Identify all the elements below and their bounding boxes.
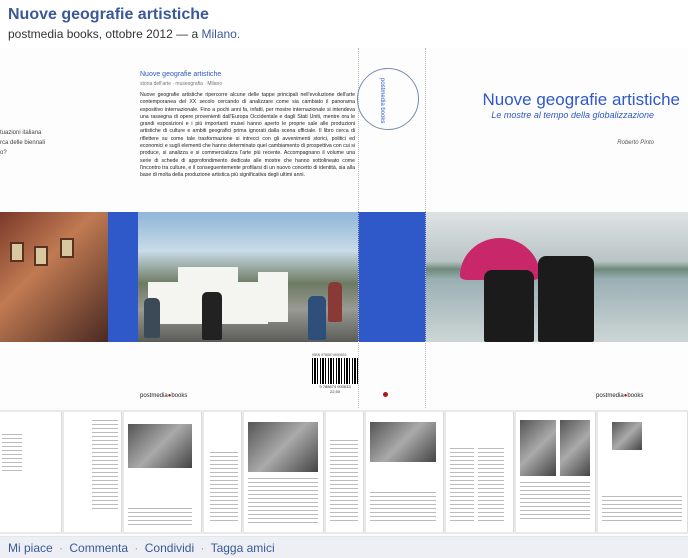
tag-friends-link[interactable]: Tagga amici <box>211 541 275 555</box>
interior-pages-strip <box>0 410 688 534</box>
interior-page <box>366 412 444 532</box>
page-text <box>330 440 358 522</box>
left-flap-line: o? <box>0 150 7 156</box>
comment-link[interactable]: Commenta <box>69 541 128 555</box>
page-text <box>92 420 118 510</box>
back-cover-body: Nuove geografie artistiche ripercorre al… <box>140 92 355 179</box>
barcode-block: ISBN 9788874900633 9 788874 900633 22,50 <box>312 353 358 395</box>
page-text <box>520 482 590 522</box>
event-title-link[interactable]: Nuove geografie artistiche <box>8 5 680 25</box>
action-bar: Mi piace · Commenta · Condividi · Tagga … <box>0 536 688 558</box>
back-cover-title: Nuove geografie artistiche <box>140 71 222 78</box>
page-image <box>560 420 590 476</box>
price-label: 22,50 <box>329 389 340 394</box>
publisher-logo-front: postmedia●books <box>596 392 643 400</box>
separator-dot: · <box>134 541 139 555</box>
barcode-icon <box>312 358 358 384</box>
visitor <box>144 298 160 338</box>
interior-page <box>244 412 324 532</box>
publisher-name: postmedia <box>596 393 624 399</box>
painting <box>34 246 48 266</box>
painting <box>60 238 74 258</box>
like-link[interactable]: Mi piace <box>8 541 53 555</box>
event-meta: postmedia books, ottobre 2012 — a Milano… <box>8 25 680 43</box>
painting <box>10 242 24 262</box>
share-link[interactable]: Condividi <box>145 541 194 555</box>
left-flap-photo <box>0 212 108 342</box>
front-cover-title: Nuove geografie artistiche <box>482 90 680 109</box>
publisher-suffix: books <box>171 393 188 399</box>
page-image <box>248 422 318 472</box>
visitor <box>328 282 342 322</box>
white-model <box>258 272 288 322</box>
interior-page <box>326 412 364 532</box>
page-text <box>602 496 682 522</box>
back-cover-subtitle: storia dell'arte · museografia · Milano <box>140 81 223 87</box>
page-text <box>450 448 474 524</box>
page-image <box>520 420 556 476</box>
spine: postmedia books <box>357 48 426 408</box>
page-text <box>210 452 238 524</box>
spine-label: postmedia books <box>379 78 385 124</box>
interior-page <box>516 412 596 532</box>
page-image <box>128 424 192 468</box>
publisher-suffix: books <box>627 393 644 399</box>
front-cover-subtitle: Le mostre al tempo della globalizzazione <box>491 110 654 120</box>
page-image <box>612 422 642 450</box>
person-silhouette <box>538 256 594 342</box>
front-cover-author: Roberto Pinto <box>617 140 654 146</box>
page-text <box>128 508 192 526</box>
page-text <box>2 434 22 474</box>
left-flap-line: tuazioni italiana <box>0 130 42 136</box>
at-label: a <box>191 27 199 41</box>
left-flap-line: rca delle biennali <box>0 140 46 146</box>
book-cover-spread: tuazioni italiana rca delle biennali o? … <box>0 48 688 408</box>
interior-page <box>124 412 202 532</box>
publisher-logo-back: postmedia●books <box>140 392 187 400</box>
visitor <box>202 292 222 340</box>
back-cover-text: Nuove geografie artistiche storia dell'a… <box>140 70 355 180</box>
back-cover-photo <box>138 212 358 342</box>
page-text <box>478 448 504 524</box>
interior-page <box>598 412 688 532</box>
page-text <box>370 492 436 522</box>
visitor <box>308 296 326 340</box>
white-model <box>178 267 238 291</box>
separator-dot: · <box>59 541 64 555</box>
separator-dot: · <box>200 541 205 555</box>
event-header: Nuove geografie artistiche postmedia boo… <box>0 0 688 48</box>
spine-circle <box>357 68 419 130</box>
page-image <box>370 422 436 462</box>
interior-page <box>446 412 514 532</box>
page-text <box>248 478 318 524</box>
interior-page <box>0 412 62 532</box>
publisher-name: postmedia <box>140 393 168 399</box>
interior-page <box>64 412 122 532</box>
front-cover-photo <box>426 212 688 342</box>
photo[interactable]: tuazioni italiana rca delle biennali o? … <box>0 48 688 536</box>
interior-page <box>204 412 242 532</box>
person-silhouette <box>484 270 534 342</box>
spine-dot <box>383 392 388 397</box>
left-flap-text: tuazioni italiana rca delle biennali o? <box>0 128 45 158</box>
publisher-date: postmedia books, ottobre 2012 — <box>8 27 189 41</box>
place-link[interactable]: Milano. <box>202 27 241 41</box>
